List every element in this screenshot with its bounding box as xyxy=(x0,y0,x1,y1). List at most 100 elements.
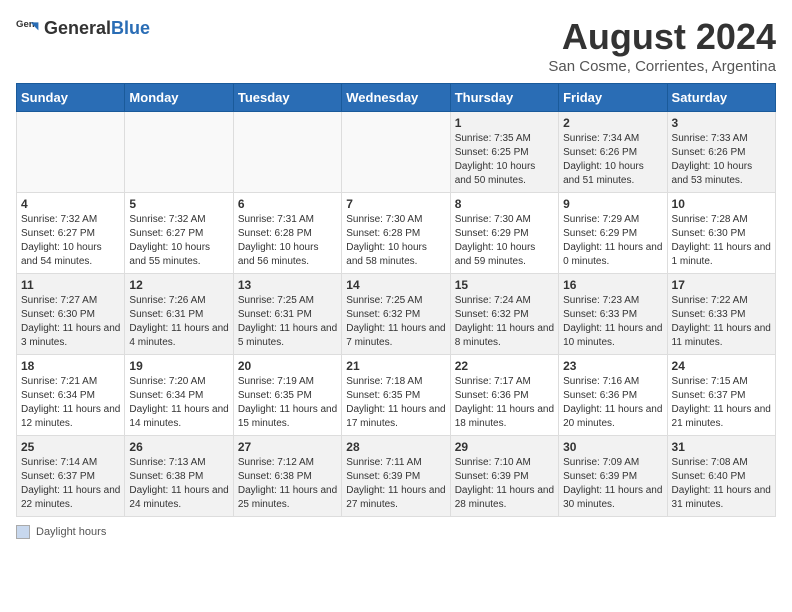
calendar-cell: 23Sunrise: 7:16 AM Sunset: 6:36 PM Dayli… xyxy=(559,355,667,436)
day-number: 30 xyxy=(563,440,662,454)
day-number: 5 xyxy=(129,197,228,211)
calendar-cell: 21Sunrise: 7:18 AM Sunset: 6:35 PM Dayli… xyxy=(342,355,450,436)
header-cell-tuesday: Tuesday xyxy=(233,84,341,112)
day-number: 16 xyxy=(563,278,662,292)
calendar-table: SundayMondayTuesdayWednesdayThursdayFrid… xyxy=(16,83,776,517)
calendar-cell: 17Sunrise: 7:22 AM Sunset: 6:33 PM Dayli… xyxy=(667,274,775,355)
week-row-4: 25 Sunrise: 7:14 AM Sunset: 6:37 PM Dayli… xyxy=(17,436,776,517)
calendar-cell: 25 Sunrise: 7:14 AM Sunset: 6:37 PM Dayli… xyxy=(17,436,125,517)
day-number: 21 xyxy=(346,359,445,373)
header-cell-thursday: Thursday xyxy=(450,84,558,112)
cell-content: Sunrise: 7:26 AM Sunset: 6:31 PM Dayligh… xyxy=(129,294,228,350)
day-number: 11 xyxy=(21,278,120,292)
calendar-cell: 20Sunrise: 7:19 AM Sunset: 6:35 PM Dayli… xyxy=(233,355,341,436)
subtitle: San Cosme, Corrientes, Argentina xyxy=(548,58,776,75)
day-number: 24 xyxy=(672,359,771,373)
day-number: 27 xyxy=(238,440,337,454)
cell-content: Sunrise: 7:32 AM Sunset: 6:27 PM Dayligh… xyxy=(129,213,228,269)
day-number: 1 xyxy=(455,116,554,130)
title-area: August 2024 San Cosme, Corrientes, Argen… xyxy=(548,16,776,75)
calendar-cell xyxy=(125,112,233,193)
day-number: 14 xyxy=(346,278,445,292)
calendar-cell: 27 Sunrise: 7:12 AM Sunset: 6:38 PM Dayli… xyxy=(233,436,341,517)
calendar-cell: 2 Sunrise: 7:34 AM Sunset: 6:26 PM Daylig… xyxy=(559,112,667,193)
calendar-cell: 30 Sunrise: 7:09 AM Sunset: 6:39 PM Dayli… xyxy=(559,436,667,517)
cell-content: Sunrise: 7:29 AM Sunset: 6:29 PM Dayligh… xyxy=(563,213,662,269)
header: Gen GeneralBlue August 2024 San Cosme, C… xyxy=(16,16,776,75)
day-number: 12 xyxy=(129,278,228,292)
day-number: 7 xyxy=(346,197,445,211)
header-cell-sunday: Sunday xyxy=(17,84,125,112)
calendar-header: SundayMondayTuesdayWednesdayThursdayFrid… xyxy=(17,84,776,112)
cell-content: Sunrise: 7:17 AM Sunset: 6:36 PM Dayligh… xyxy=(455,375,554,431)
calendar-cell: 29Sunrise: 7:10 AM Sunset: 6:39 PM Dayli… xyxy=(450,436,558,517)
cell-content: Sunrise: 7:30 AM Sunset: 6:29 PM Dayligh… xyxy=(455,213,554,269)
day-number: 15 xyxy=(455,278,554,292)
cell-content: Sunrise: 7:08 AM Sunset: 6:40 PM Dayligh… xyxy=(672,456,771,512)
cell-content: Sunrise: 7:25 AM Sunset: 6:31 PM Dayligh… xyxy=(238,294,337,350)
day-number: 9 xyxy=(563,197,662,211)
cell-content: Sunrise: 7:16 AM Sunset: 6:36 PM Dayligh… xyxy=(563,375,662,431)
cell-content: Sunrise: 7:34 AM Sunset: 6:26 PM Dayligh… xyxy=(563,132,662,188)
cell-content: Sunrise: 7:14 AM Sunset: 6:37 PM Dayligh… xyxy=(21,456,120,512)
day-number: 22 xyxy=(455,359,554,373)
header-cell-saturday: Saturday xyxy=(667,84,775,112)
calendar-cell xyxy=(17,112,125,193)
day-number: 3 xyxy=(672,116,771,130)
header-row: SundayMondayTuesdayWednesdayThursdayFrid… xyxy=(17,84,776,112)
calendar-cell: 13Sunrise: 7:25 AM Sunset: 6:31 PM Dayli… xyxy=(233,274,341,355)
calendar-cell: 18 Sunrise: 7:21 AM Sunset: 6:34 PM Dayli… xyxy=(17,355,125,436)
day-number: 4 xyxy=(21,197,120,211)
day-number: 31 xyxy=(672,440,771,454)
calendar-cell: 11 Sunrise: 7:27 AM Sunset: 6:30 PM Dayli… xyxy=(17,274,125,355)
cell-content: Sunrise: 7:25 AM Sunset: 6:32 PM Dayligh… xyxy=(346,294,445,350)
calendar-cell: 8 Sunrise: 7:30 AM Sunset: 6:29 PM Daylig… xyxy=(450,193,558,274)
week-row-0: 1Sunrise: 7:35 AM Sunset: 6:25 PM Daylig… xyxy=(17,112,776,193)
day-number: 10 xyxy=(672,197,771,211)
calendar-cell xyxy=(342,112,450,193)
calendar-cell: 5 Sunrise: 7:32 AM Sunset: 6:27 PM Daylig… xyxy=(125,193,233,274)
cell-content: Sunrise: 7:22 AM Sunset: 6:33 PM Dayligh… xyxy=(672,294,771,350)
header-cell-friday: Friday xyxy=(559,84,667,112)
calendar-cell: 12 Sunrise: 7:26 AM Sunset: 6:31 PM Dayli… xyxy=(125,274,233,355)
cell-content: Sunrise: 7:33 AM Sunset: 6:26 PM Dayligh… xyxy=(672,132,771,188)
calendar-cell: 28Sunrise: 7:11 AM Sunset: 6:39 PM Dayli… xyxy=(342,436,450,517)
day-number: 18 xyxy=(21,359,120,373)
day-number: 19 xyxy=(129,359,228,373)
calendar-cell xyxy=(233,112,341,193)
cell-content: Sunrise: 7:24 AM Sunset: 6:32 PM Dayligh… xyxy=(455,294,554,350)
cell-content: Sunrise: 7:30 AM Sunset: 6:28 PM Dayligh… xyxy=(346,213,445,269)
calendar-cell: 4Sunrise: 7:32 AM Sunset: 6:27 PM Daylig… xyxy=(17,193,125,274)
logo-icon: Gen xyxy=(16,16,40,40)
day-number: 8 xyxy=(455,197,554,211)
legend-label: Daylight hours xyxy=(36,526,106,538)
calendar-cell: 15 Sunrise: 7:24 AM Sunset: 6:32 PM Dayli… xyxy=(450,274,558,355)
cell-content: Sunrise: 7:12 AM Sunset: 6:38 PM Dayligh… xyxy=(238,456,337,512)
calendar-cell: 16Sunrise: 7:23 AM Sunset: 6:33 PM Dayli… xyxy=(559,274,667,355)
logo: Gen GeneralBlue xyxy=(16,16,150,40)
day-number: 25 xyxy=(21,440,120,454)
cell-content: Sunrise: 7:28 AM Sunset: 6:30 PM Dayligh… xyxy=(672,213,771,269)
cell-content: Sunrise: 7:27 AM Sunset: 6:30 PM Dayligh… xyxy=(21,294,120,350)
logo-general-text: General xyxy=(44,18,111,38)
cell-content: Sunrise: 7:21 AM Sunset: 6:34 PM Dayligh… xyxy=(21,375,120,431)
header-cell-wednesday: Wednesday xyxy=(342,84,450,112)
main-title: August 2024 xyxy=(548,16,776,58)
cell-content: Sunrise: 7:20 AM Sunset: 6:34 PM Dayligh… xyxy=(129,375,228,431)
cell-content: Sunrise: 7:13 AM Sunset: 6:38 PM Dayligh… xyxy=(129,456,228,512)
day-number: 2 xyxy=(563,116,662,130)
day-number: 6 xyxy=(238,197,337,211)
calendar-cell: 24 Sunrise: 7:15 AM Sunset: 6:37 PM Dayli… xyxy=(667,355,775,436)
day-number: 28 xyxy=(346,440,445,454)
calendar-cell: 26Sunrise: 7:13 AM Sunset: 6:38 PM Dayli… xyxy=(125,436,233,517)
cell-content: Sunrise: 7:09 AM Sunset: 6:39 PM Dayligh… xyxy=(563,456,662,512)
week-row-2: 11 Sunrise: 7:27 AM Sunset: 6:30 PM Dayli… xyxy=(17,274,776,355)
cell-content: Sunrise: 7:15 AM Sunset: 6:37 PM Dayligh… xyxy=(672,375,771,431)
logo-blue-text: Blue xyxy=(111,18,150,38)
week-row-1: 4 Sunrise: 7:32 AM Sunset: 6:27 PM Daylig… xyxy=(17,193,776,274)
calendar-cell: 7 Sunrise: 7:30 AM Sunset: 6:28 PM Daylig… xyxy=(342,193,450,274)
day-number: 29 xyxy=(455,440,554,454)
legend-area: Daylight hours xyxy=(16,525,776,539)
legend-box xyxy=(16,525,30,539)
calendar-cell: 19 Sunrise: 7:20 AM Sunset: 6:34 PM Dayli… xyxy=(125,355,233,436)
